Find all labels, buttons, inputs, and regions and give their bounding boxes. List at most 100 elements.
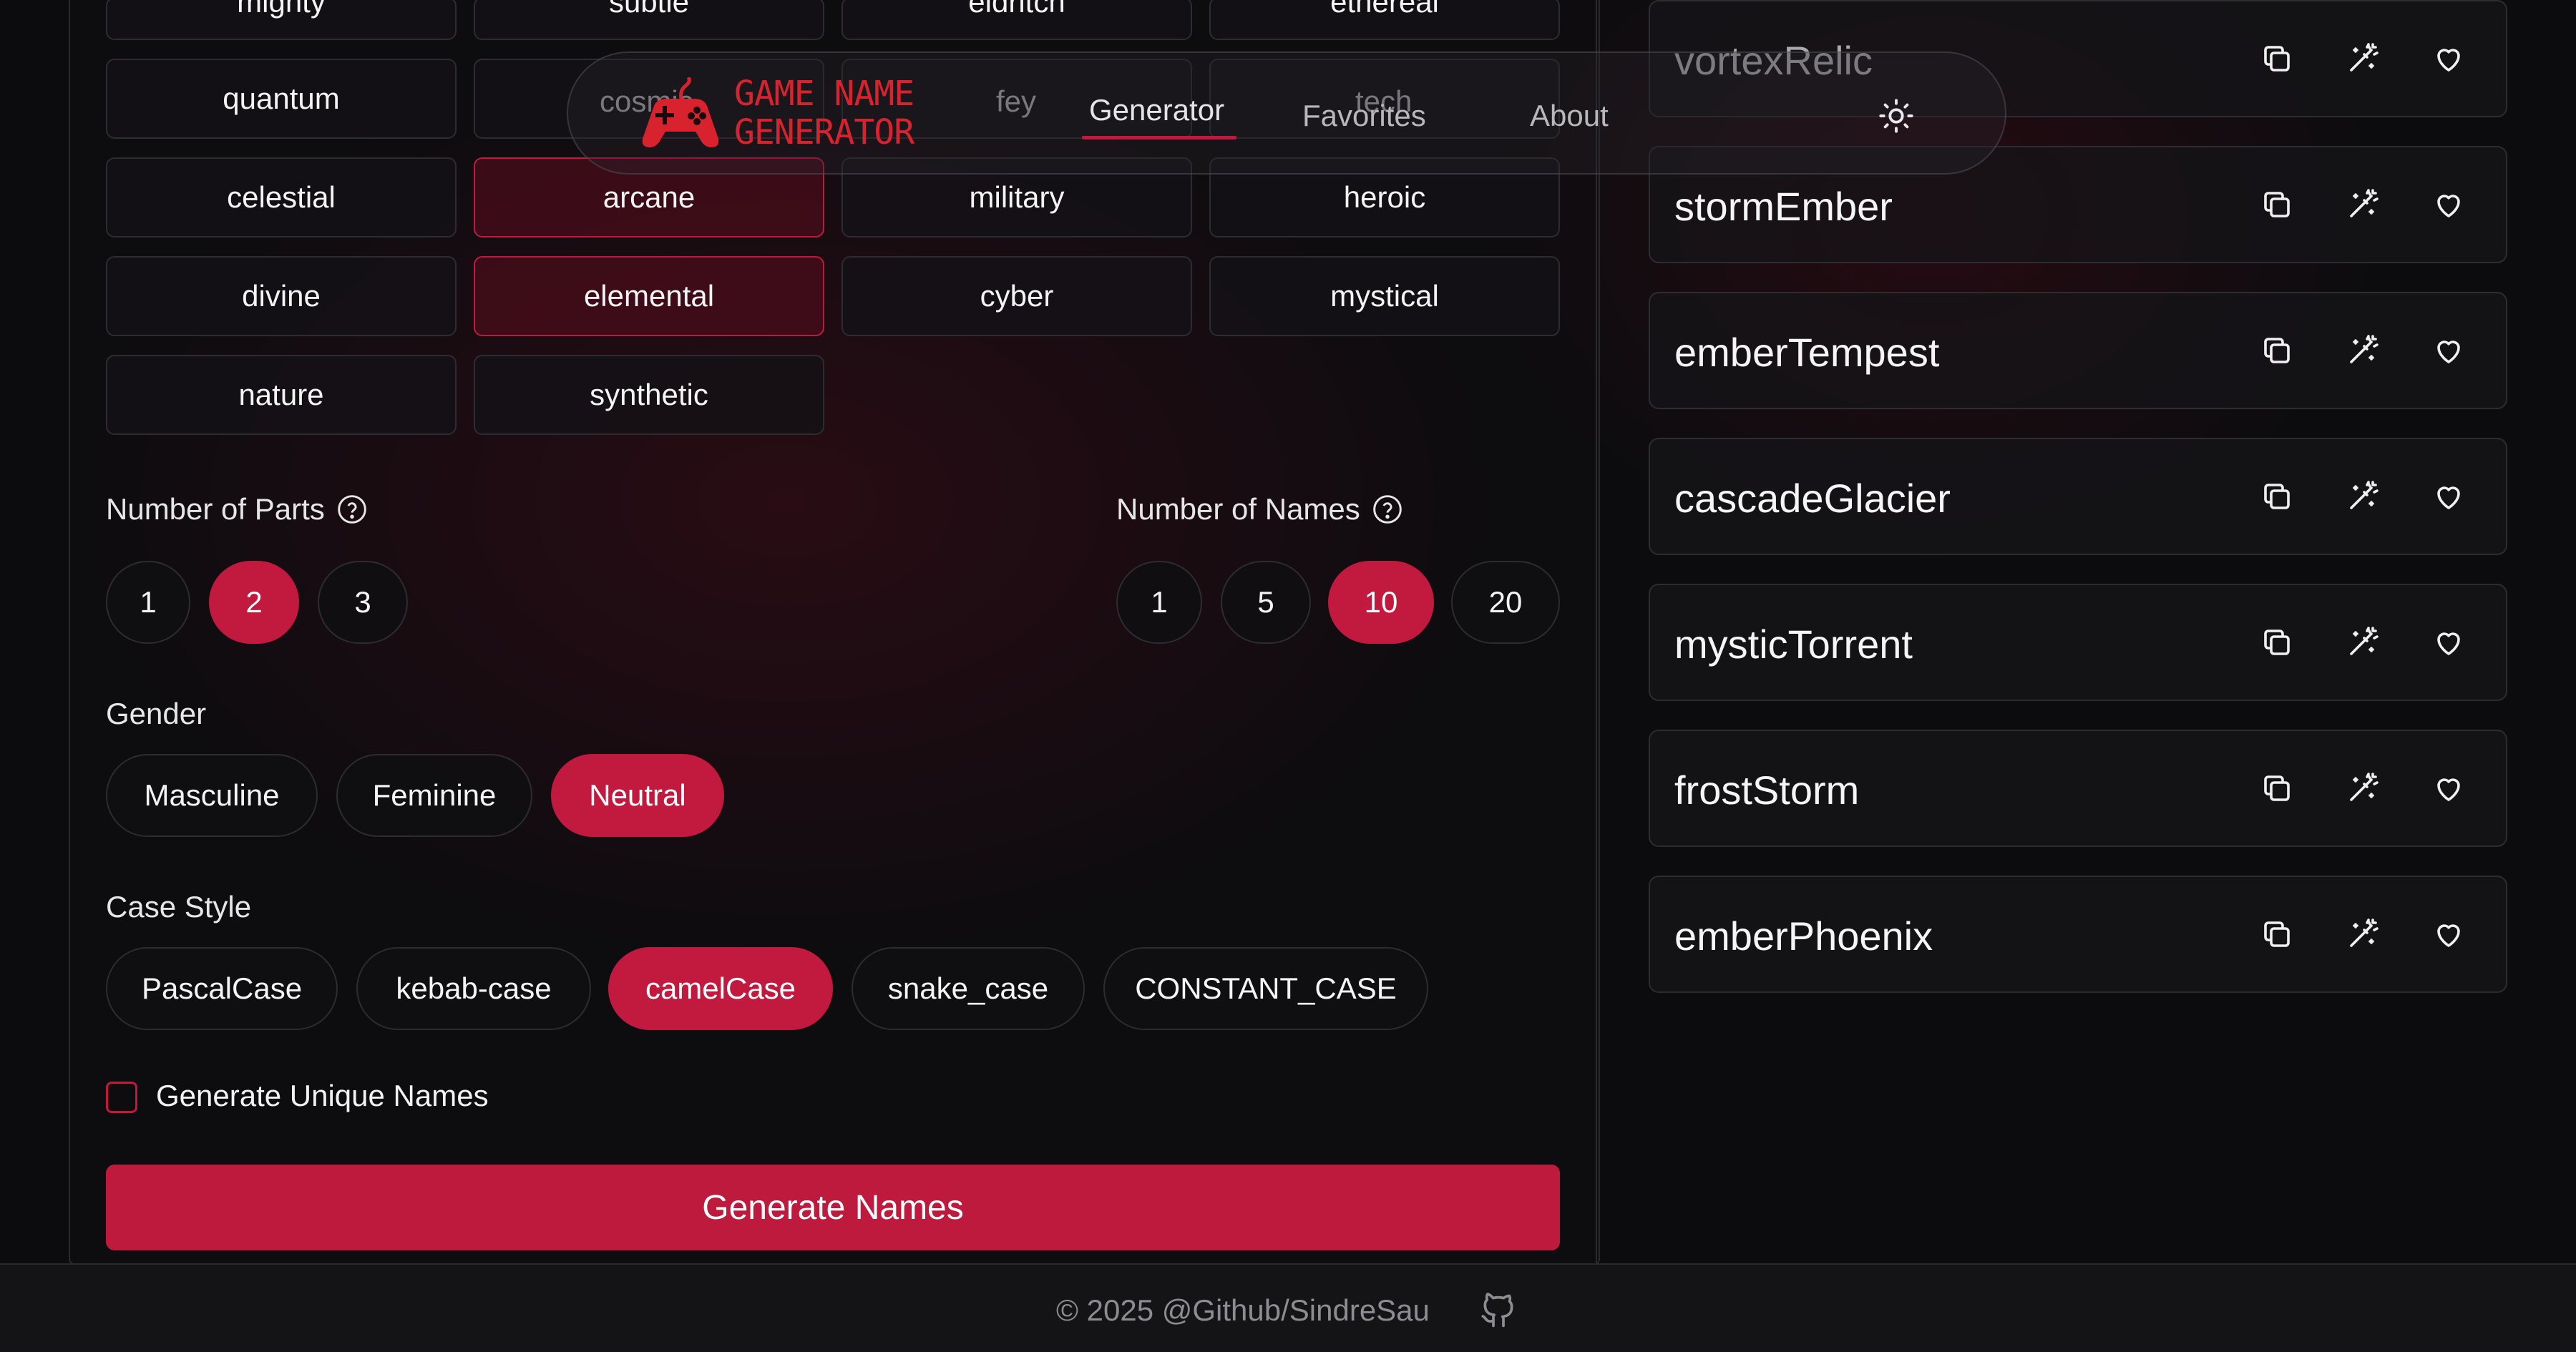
- tag-chip-label: divine: [242, 279, 321, 313]
- tag-chip-label: heroic: [1343, 180, 1426, 214]
- tag-chip-synthetic[interactable]: synthetic: [474, 355, 824, 435]
- magic-wand-button[interactable]: [2343, 476, 2383, 516]
- github-icon[interactable]: [1478, 1288, 1518, 1331]
- gender-option-feminine[interactable]: Feminine: [336, 754, 532, 837]
- parts-option-1[interactable]: 1: [106, 561, 190, 644]
- tag-chip-label: eldritch: [968, 0, 1065, 19]
- names-count-label-text: Number of Names: [1116, 492, 1360, 526]
- tag-chip-label: celestial: [227, 180, 336, 214]
- magic-wand-icon: [2350, 335, 2379, 363]
- tag-chip-label: military: [969, 180, 1065, 214]
- parts-option-3[interactable]: 3: [318, 561, 408, 644]
- tag-chip-mystical[interactable]: mystical: [1209, 256, 1560, 336]
- copy-button[interactable]: [2257, 476, 2297, 516]
- option-label: snake_case: [887, 971, 1049, 1005]
- tag-chip-label: mighty: [237, 0, 326, 19]
- copy-button[interactable]: [2257, 914, 2297, 954]
- result-card: frostStorm: [1649, 730, 2507, 847]
- tag-chip-label: ethereal: [1330, 0, 1439, 19]
- case-style-label-text: Case Style: [106, 890, 252, 924]
- magic-wand-icon: [2350, 627, 2379, 655]
- tag-chip-celestial[interactable]: celestial: [106, 157, 457, 237]
- tag-chip[interactable]: mighty: [106, 0, 457, 40]
- nav-link-favorites[interactable]: Favorites: [1302, 99, 1426, 133]
- copy-icon: [2264, 921, 2290, 947]
- copy-button[interactable]: [2257, 330, 2297, 371]
- heart-icon: [2437, 341, 2460, 363]
- tag-chip[interactable]: eldritch: [841, 0, 1192, 40]
- magic-wand-button[interactable]: [2343, 622, 2383, 662]
- nav-link-generator[interactable]: Generator: [1089, 93, 1224, 127]
- gender-label-text: Gender: [106, 697, 207, 730]
- copy-button[interactable]: [2257, 768, 2297, 808]
- logo-line-1: GAME NAME: [734, 74, 914, 114]
- copy-button[interactable]: [2257, 622, 2297, 662]
- logo-title[interactable]: GAME NAME GENERATOR: [734, 74, 914, 152]
- case-option-pascal[interactable]: PascalCase: [106, 947, 338, 1030]
- magic-wand-button[interactable]: [2343, 185, 2383, 225]
- heart-button[interactable]: [2429, 622, 2469, 662]
- tag-chip-label-fey: fey: [996, 84, 1037, 118]
- tag-chip-label: quantum: [223, 82, 340, 115]
- heart-button[interactable]: [2429, 476, 2469, 516]
- magic-wand-icon: [2350, 773, 2379, 801]
- copy-icon: [2264, 484, 2290, 509]
- option-label: 20: [1488, 585, 1523, 619]
- option-label: Neutral: [589, 778, 686, 812]
- tag-chip[interactable]: subtle: [474, 0, 824, 40]
- footer-credit[interactable]: © 2025 @Github/SindreSau: [1056, 1293, 1430, 1328]
- result-name: emberTempest: [1674, 329, 1940, 375]
- case-option-camel[interactable]: camelCase: [608, 947, 833, 1030]
- result-card: emberTempest: [1649, 292, 2507, 409]
- case-style-label: Case Style: [106, 890, 251, 924]
- case-option-kebab[interactable]: kebab-case: [356, 947, 591, 1030]
- heart-button[interactable]: [2429, 185, 2469, 225]
- copy-button[interactable]: [2257, 185, 2297, 225]
- option-label: 10: [1364, 585, 1398, 619]
- result-card: mysticTorrent: [1649, 584, 2507, 701]
- nav-link-about[interactable]: About: [1530, 99, 1609, 133]
- gender-option-neutral[interactable]: Neutral: [551, 754, 724, 837]
- tag-chip-divine[interactable]: divine: [106, 256, 457, 336]
- magic-wand-button[interactable]: [2343, 330, 2383, 371]
- tag-chip[interactable]: ethereal: [1209, 0, 1560, 40]
- copy-icon: [2264, 338, 2290, 363]
- tag-chip-cyber[interactable]: cyber: [841, 256, 1192, 336]
- copy-button[interactable]: [2257, 39, 2297, 79]
- unique-names-label[interactable]: Generate Unique Names: [156, 1079, 489, 1113]
- case-option-snake[interactable]: snake_case: [852, 947, 1085, 1030]
- names-count-option-5[interactable]: 5: [1221, 561, 1311, 644]
- magic-wand-button[interactable]: [2343, 39, 2383, 79]
- theme-toggle-sun-icon[interactable]: [1878, 97, 1915, 134]
- magic-wand-icon: [2350, 919, 2379, 947]
- gender-option-masculine[interactable]: Masculine: [106, 754, 318, 837]
- generate-names-button[interactable]: Generate Names: [106, 1165, 1560, 1250]
- magic-wand-icon: [2350, 189, 2379, 217]
- names-count-option-20[interactable]: 20: [1451, 561, 1560, 644]
- parts-label-text: Number of Parts: [106, 492, 325, 526]
- option-label: CONSTANT_CASE: [1135, 971, 1397, 1005]
- heart-button[interactable]: [2429, 914, 2469, 954]
- copy-icon: [2264, 46, 2290, 72]
- tag-chip-elemental[interactable]: elemental: [474, 256, 824, 336]
- names-count-option-1[interactable]: 1: [1116, 561, 1202, 644]
- result-name: frostStorm: [1674, 767, 1860, 813]
- heart-button[interactable]: [2429, 39, 2469, 79]
- option-label: kebab-case: [396, 971, 552, 1005]
- heart-button[interactable]: [2429, 330, 2469, 371]
- help-icon[interactable]: [336, 494, 368, 525]
- tag-chip-quantum[interactable]: quantum: [106, 59, 457, 139]
- magic-wand-button[interactable]: [2343, 914, 2383, 954]
- help-icon[interactable]: [1372, 494, 1403, 525]
- result-name: emberPhoenix: [1674, 913, 1933, 959]
- parts-option-2[interactable]: 2: [209, 561, 299, 644]
- names-count-option-10[interactable]: 10: [1328, 561, 1434, 644]
- case-option-constant[interactable]: CONSTANT_CASE: [1103, 947, 1428, 1030]
- magic-wand-icon: [2350, 481, 2379, 509]
- unique-names-checkbox[interactable]: [106, 1082, 137, 1113]
- magic-wand-button[interactable]: [2343, 768, 2383, 808]
- tag-chip-nature[interactable]: nature: [106, 355, 457, 435]
- heart-icon: [2437, 632, 2460, 655]
- option-label: 1: [1151, 585, 1168, 619]
- heart-button[interactable]: [2429, 768, 2469, 808]
